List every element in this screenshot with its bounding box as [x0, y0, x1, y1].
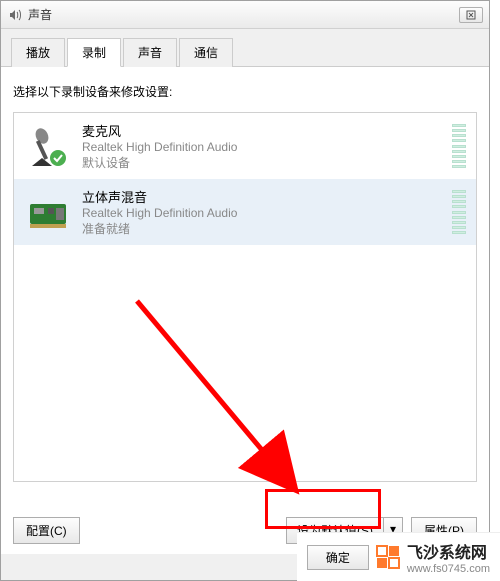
tab-sounds[interactable]: 声音 [123, 38, 177, 67]
soundcard-icon [24, 188, 72, 236]
tab-strip: 播放 录制 声音 通信 [1, 29, 489, 67]
tab-content: 选择以下录制设备来修改设置: 麦克风 Realtek High Definiti… [1, 67, 489, 507]
tab-playback[interactable]: 播放 [11, 38, 65, 67]
level-meter [452, 124, 466, 168]
device-sub: Realtek High Definition Audio [82, 206, 452, 220]
sound-dialog: 声音 播放 录制 声音 通信 选择以下录制设备来修改设置: 麦克风 Realte… [0, 0, 490, 581]
instruction-text: 选择以下录制设备来修改设置: [13, 83, 477, 100]
device-name: 立体声混音 [82, 187, 452, 206]
device-info: 麦克风 Realtek High Definition Audio 默认设备 [82, 121, 452, 171]
window-title: 声音 [28, 6, 459, 23]
device-info: 立体声混音 Realtek High Definition Audio 准备就绪 [82, 187, 452, 237]
ok-button[interactable]: 确定 [307, 545, 369, 570]
device-microphone[interactable]: 麦克风 Realtek High Definition Audio 默认设备 [14, 113, 476, 179]
device-status: 准备就绪 [82, 220, 452, 237]
device-list: 麦克风 Realtek High Definition Audio 默认设备 立… [13, 112, 477, 482]
device-name: 麦克风 [82, 121, 452, 140]
titlebar: 声音 [1, 1, 489, 29]
brand-icon [375, 544, 401, 570]
device-stereo-mix[interactable]: 立体声混音 Realtek High Definition Audio 准备就绪 [14, 179, 476, 245]
brand-url: www.fs0745.com [407, 563, 490, 575]
level-meter [452, 190, 466, 234]
brand-name: 飞沙系统网 [407, 545, 487, 562]
microphone-icon [24, 122, 72, 170]
configure-button[interactable]: 配置(C) [13, 517, 80, 544]
device-sub: Realtek High Definition Audio [82, 140, 452, 154]
close-button[interactable] [459, 7, 483, 23]
device-status: 默认设备 [82, 154, 452, 171]
speaker-icon [7, 7, 23, 23]
tab-communications[interactable]: 通信 [179, 38, 233, 67]
tab-recording[interactable]: 录制 [67, 38, 121, 67]
close-icon [466, 10, 476, 20]
brand: 飞沙系统网 www.fs0745.com [375, 539, 490, 575]
footer: 确定 飞沙系统网 www.fs0745.com [297, 532, 500, 581]
